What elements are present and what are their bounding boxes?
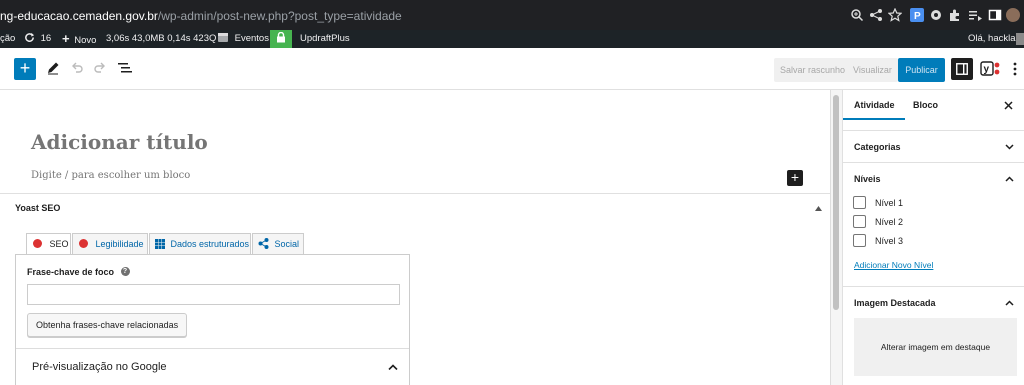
tab-structured-data-label: Dados estruturados (170, 239, 250, 249)
plus-icon: + (62, 31, 70, 46)
yoast-seo-panel: Frase-chave de foco ? Obtenha frases-cha… (15, 254, 410, 385)
side-panel-icon[interactable] (988, 8, 1002, 22)
redo-icon[interactable] (93, 61, 107, 75)
preview-button[interactable]: Visualizar (847, 58, 898, 82)
share-icon[interactable] (869, 8, 883, 22)
list-view-icon[interactable] (117, 61, 133, 75)
set-featured-image-button[interactable]: Alterar imagem em destaque (854, 318, 1017, 376)
categories-title: Categorias (854, 142, 901, 152)
canvas-scrollbar-thumb[interactable] (833, 95, 839, 310)
inline-add-block-button[interactable]: + (787, 170, 803, 186)
share-icon (258, 238, 269, 250)
tab-block[interactable]: Bloco (913, 100, 938, 110)
level-1-checkbox[interactable] (853, 196, 866, 209)
block-appender-placeholder[interactable]: Digite / para escolher um bloco (31, 170, 190, 181)
new-label: Novo (74, 35, 97, 46)
tab-readability-label: Legibilidade (95, 239, 144, 249)
readability-score-dot-icon (79, 239, 88, 249)
lock-icon (277, 31, 285, 43)
tab-social[interactable]: Social (252, 233, 304, 254)
account-avatar[interactable] (1016, 33, 1024, 45)
editor-header: + Salvar rascunho Visualizar Publicar y (0, 48, 1024, 90)
categories-panel[interactable]: Categorias (843, 130, 1024, 162)
undo-icon[interactable] (70, 61, 84, 75)
chevron-up-icon[interactable] (388, 364, 398, 370)
tab-structured-data[interactable]: Dados estruturados (149, 233, 251, 254)
grid-icon (155, 238, 165, 249)
focus-keyphrase-input[interactable] (27, 284, 400, 305)
url-path: /wp-admin/post-new.php?post_type=ativida… (157, 9, 402, 23)
chevron-down-icon (1005, 144, 1014, 150)
events-icon (218, 33, 228, 43)
extensions-puzzle-icon[interactable] (948, 8, 962, 22)
yoast-panel-title[interactable]: Yoast SEO (15, 203, 60, 213)
zoom-icon[interactable] (850, 8, 864, 22)
level-3-label: Nível 3 (875, 236, 904, 246)
active-tab-indicator (843, 118, 905, 120)
level-2-label: Nível 2 (875, 217, 904, 227)
chevron-up-icon[interactable] (1005, 176, 1014, 182)
post-title-input[interactable]: Adicionar título (31, 130, 208, 154)
plus-icon: + (790, 169, 800, 185)
edit-tools-icon[interactable] (46, 61, 60, 75)
bookmark-star-icon[interactable] (888, 8, 902, 22)
levels-panel: Níveis Nível 1 Nível 2 Nível 3 Adicionar… (843, 162, 1024, 286)
events-label: Eventos (234, 33, 269, 44)
related-keyphrases-button[interactable]: Obtenha frases-chave relacionadas (27, 313, 188, 337)
wp-admin-bar: ção 16 + Novo 3,06s 43,0MB 0,14s 423Q Ev… (0, 30, 1024, 48)
help-icon[interactable]: ? (120, 267, 130, 277)
playlist-icon[interactable] (968, 8, 982, 22)
featured-image-title[interactable]: Imagem Destacada (854, 298, 936, 308)
yoast-icon[interactable]: y (980, 61, 1002, 77)
query-monitor-stats[interactable]: 3,06s 43,0MB 0,14s 423Q (106, 30, 216, 48)
tab-seo-label: SEO (49, 239, 69, 249)
more-options-icon[interactable] (1013, 62, 1017, 76)
add-block-button[interactable]: + (14, 58, 36, 80)
refresh-icon (25, 32, 35, 42)
new-content-item[interactable]: + Novo (62, 30, 96, 48)
security-lock-item[interactable] (270, 30, 292, 48)
tab-seo[interactable]: SEO (26, 233, 71, 255)
settings-sidebar: Atividade Bloco Categorias Níveis Nível … (842, 90, 1024, 385)
tab-readability[interactable]: Legibilidade (72, 233, 148, 254)
updates-count: 16 (40, 33, 52, 44)
updraftplus-item[interactable]: UpdraftPlus (300, 30, 350, 48)
level-2-checkbox[interactable] (853, 215, 866, 228)
browser-toolbar: ng-educacao.cemaden.gov.br/wp-admin/post… (0, 0, 1024, 30)
google-preview-toggle[interactable]: Pré-visualização no Google (32, 361, 167, 373)
extension-p-icon[interactable]: P (910, 8, 924, 22)
account-greeting[interactable]: Olá, hacklab (968, 30, 1021, 48)
levels-title[interactable]: Níveis (854, 174, 881, 184)
profile-avatar[interactable] (1006, 8, 1020, 22)
focus-keyphrase-text: Frase-chave de foco (27, 267, 115, 277)
extension-gear-icon[interactable] (929, 8, 943, 22)
tab-social-label: Social (274, 239, 300, 249)
svg-text:P: P (914, 11, 921, 22)
save-draft-button[interactable]: Salvar rascunho (774, 58, 852, 82)
panel-divider (16, 348, 409, 349)
seo-score-dot-icon (33, 239, 42, 249)
collapse-arrow-icon[interactable] (815, 206, 822, 211)
chevron-up-icon[interactable] (1005, 300, 1014, 306)
focus-keyphrase-label: Frase-chave de foco ? (27, 267, 130, 277)
address-bar[interactable]: ng-educacao.cemaden.gov.br/wp-admin/post… (0, 9, 402, 23)
tab-activity[interactable]: Atividade (854, 100, 895, 110)
featured-image-panel: Imagem Destacada Alterar imagem em desta… (843, 286, 1024, 385)
sidebar-icon (956, 63, 968, 75)
plus-icon: + (19, 58, 31, 78)
events-item[interactable]: Eventos (217, 30, 269, 48)
updates-item[interactable]: 16 (24, 30, 51, 48)
publish-button[interactable]: Publicar (898, 58, 945, 82)
svg-text:y: y (984, 64, 990, 75)
adminbar-cut-item[interactable]: ção (0, 30, 15, 48)
url-host: ng-educacao.cemaden.gov.br (0, 9, 158, 23)
close-icon[interactable] (1004, 101, 1013, 110)
level-1-label: Nível 1 (875, 198, 904, 208)
yoast-divider (0, 193, 830, 194)
add-new-level-link[interactable]: Adicionar Novo Nível (854, 260, 933, 270)
settings-sidebar-toggle[interactable] (951, 58, 973, 80)
level-3-checkbox[interactable] (853, 234, 866, 247)
